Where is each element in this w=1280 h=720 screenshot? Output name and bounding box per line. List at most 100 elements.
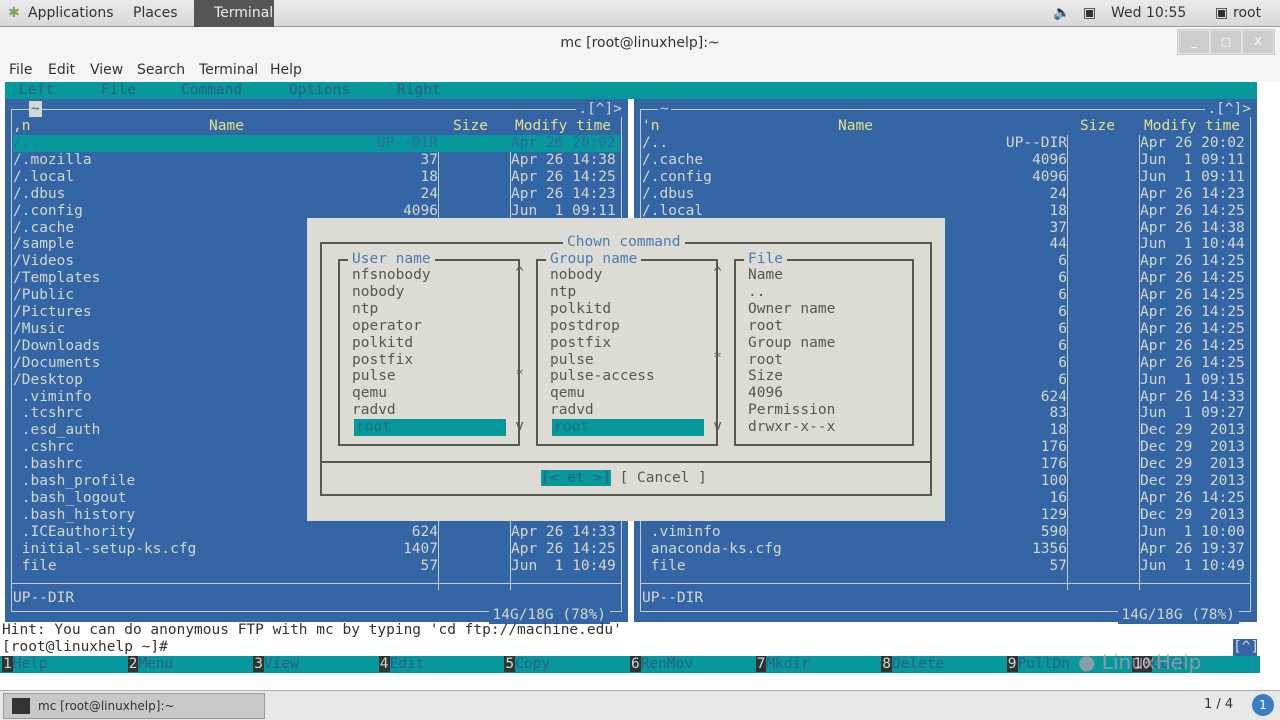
fkey-copy-button[interactable]: 5Copy [504,656,550,673]
header-time[interactable]: Modify time [1144,118,1240,135]
mc-menu-left[interactable]: Left [19,82,54,99]
mc-menu-command[interactable]: Command [181,82,242,99]
user-list-item[interactable]: nfsnobody [352,267,431,284]
fkey-number: 3 [253,656,264,672]
group-list-item[interactable]: ntp [550,284,576,301]
header-name[interactable]: Name [838,118,873,135]
menu-edit[interactable]: Edit [48,62,75,78]
mc-menubar: Left File Command Options Right [5,82,1257,99]
scroll-thumb-icon[interactable]: * [713,350,722,367]
scroll-up-icon[interactable]: ^ [515,265,524,282]
applications-menu[interactable]: Applications [28,5,114,21]
user-name-list[interactable]: User name ^ * v nfsnobody nobody ntp operat… [338,251,524,446]
scroll-down-icon[interactable]: v [515,418,524,435]
group-list-item[interactable]: nobody [550,267,602,284]
sort-indicator[interactable]: ,n [13,118,30,135]
file-row[interactable]: file 57 Jun 1 10:49 [642,558,1249,575]
header-size[interactable]: Size [1080,118,1115,135]
file-row[interactable]: anaconda-ks.cfg 1356 Apr 26 19:37 [642,541,1249,558]
group-list-item[interactable]: qemu [550,385,585,402]
file-row[interactable]: /.dbus 24 Apr 26 14:23 [13,186,620,203]
file-row[interactable]: .viminfo 590 Jun 1 10:00 [642,524,1249,541]
group-name-list[interactable]: Group name ^ * v nobody ntp polkitd postdro… [536,251,722,446]
left-panel-scroll[interactable]: .[^]> [576,101,624,117]
file-row[interactable]: .ICEauthority 624 Apr 26 14:33 [13,524,620,541]
file-row[interactable]: initial-setup-ks.cfg 1407 Apr 26 14:25 [13,541,620,558]
file-list-item: Name [748,267,783,283]
clock[interactable]: Wed 10:55 [1111,5,1186,21]
header-size[interactable]: Size [453,118,488,135]
file-row[interactable]: /.config 4096 Jun 1 09:11 [642,169,1249,186]
fkey-renmov-button[interactable]: 6RenMov [630,656,693,673]
mc-menu-options[interactable]: Options [289,82,350,99]
scroll-down-icon[interactable]: v [713,418,722,435]
scroll-up-icon[interactable]: ^ [713,265,722,282]
close-button[interactable]: X [1243,31,1273,53]
file-row[interactable]: file 57 Jun 1 10:49 [13,558,620,575]
user-list-item[interactable]: nobody [352,284,404,301]
group-list-item[interactable]: postdrop [550,318,620,335]
user-list-item[interactable]: postfix [352,352,413,369]
maximize-button[interactable]: □ [1211,31,1241,53]
sort-indicator[interactable]: 'n [642,118,659,135]
group-list-item[interactable]: postfix [550,335,611,352]
fkey-view-button[interactable]: 3View [253,656,299,673]
header-name[interactable]: Name [209,118,244,135]
minimize-button[interactable]: _ [1179,31,1209,53]
file-name: /Public [13,287,75,304]
scroll-thumb-icon[interactable]: * [515,367,524,384]
fkey-edit-button[interactable]: 4Edit [378,656,424,673]
fkey-mkdir-button[interactable]: 7Mkdir [755,656,810,673]
menu-help[interactable]: Help [270,62,302,78]
file-mtime: Apr 26 14:38 [511,151,616,168]
fkey-help-button[interactable]: 1Help [2,656,48,673]
set-button[interactable]: [< et >] [541,470,611,486]
user-list-item[interactable]: radvd [352,402,396,419]
file-row[interactable]: /.dbus 24 Apr 26 14:23 [642,186,1249,203]
terminal[interactable]: Left File Command Options Right ~ .[^]> … [0,82,1280,674]
mc-menu-file[interactable]: File [101,82,136,99]
file-size: 83 [1049,405,1067,422]
file-name: .tcshrc [13,405,83,422]
right-panel-scroll[interactable]: .[^]> [1205,101,1253,117]
group-list-item[interactable]: radvd [550,402,594,419]
menu-terminal[interactable]: Terminal [199,62,258,78]
fkey-number: 2 [127,656,139,672]
group-list-item[interactable]: root [552,419,704,437]
workspace-indicator[interactable]: 1 / 4 [1204,697,1233,712]
notification-badge[interactable]: 1 [1252,694,1274,716]
task-mc-terminal[interactable]: mc [root@linuxhelp]:~ [3,693,265,719]
terminal-label[interactable]: Terminal [214,5,273,21]
mc-menu-right[interactable]: Right [397,82,441,99]
file-row[interactable]: /.. UP--DIR Apr 26 20:02 [13,135,620,152]
group-list-item[interactable]: pulse [550,352,594,369]
network-icon[interactable]: ▣ [1083,5,1096,21]
user-list-item[interactable]: polkitd [352,335,413,352]
menu-view[interactable]: View [90,62,123,78]
user-menu[interactable]: root [1233,5,1261,21]
left-panel-path[interactable]: ~ [29,101,42,117]
subshell-scroll-indicator[interactable]: [^] [1233,639,1259,656]
user-list-item[interactable]: ntp [352,301,378,318]
cancel-button[interactable]: [ Cancel ] [620,470,707,486]
file-row[interactable]: /.local 18 Apr 26 14:25 [13,169,620,186]
places-menu[interactable]: Places [133,5,178,21]
file-row[interactable]: /.. UP--DIR Apr 26 20:02 [642,135,1249,152]
group-list-item[interactable]: pulse-access [550,368,655,385]
user-list-item[interactable]: root [354,419,506,437]
volume-icon[interactable]: 🔈 [1053,5,1070,21]
fkey-menu-button[interactable]: 2Menu [127,656,173,673]
header-time[interactable]: Modify time [515,118,611,135]
user-list-item[interactable]: operator [352,318,422,335]
file-row[interactable]: /.mozilla 37 Apr 26 14:38 [13,152,620,169]
fkey-delete-button[interactable]: 8Delete [881,656,944,673]
fkey-pulldn-button[interactable]: 9PullDn [1006,656,1070,673]
right-panel-path[interactable]: ~ [658,101,671,117]
user-list-item[interactable]: qemu [352,385,387,402]
shell-prompt[interactable]: [root@linuxhelp ~]# [2,639,168,656]
file-row[interactable]: /.cache 4096 Jun 1 09:11 [642,152,1249,169]
menu-file[interactable]: File [9,62,32,78]
menu-search[interactable]: Search [137,62,185,78]
group-list-item[interactable]: polkitd [550,301,611,318]
user-list-item[interactable]: pulse [352,368,396,385]
